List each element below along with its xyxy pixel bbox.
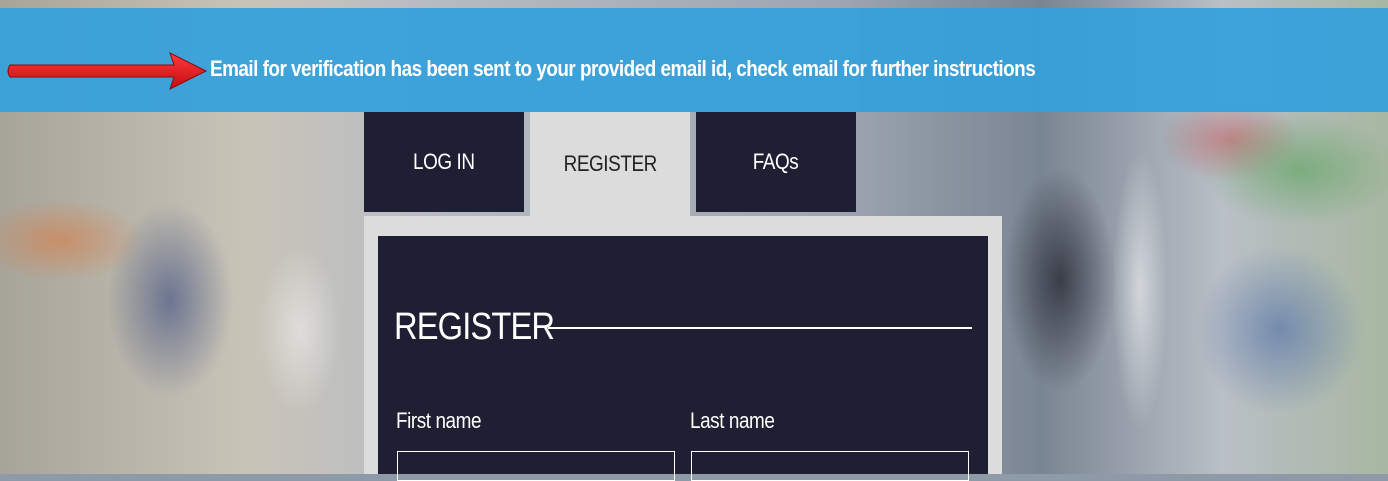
tab-log-in[interactable]: LOG IN bbox=[364, 112, 524, 212]
last-name-input[interactable] bbox=[691, 451, 969, 481]
verification-notice-bar: Email for verification has been sent to … bbox=[0, 8, 1388, 112]
tab-log-in-label: LOG IN bbox=[413, 149, 475, 174]
heading-divider bbox=[548, 327, 972, 329]
first-name-input[interactable] bbox=[397, 451, 675, 481]
tab-faqs-label: FAQs bbox=[753, 149, 799, 174]
register-heading: REGISTER bbox=[394, 306, 555, 348]
last-name-label: Last name bbox=[690, 408, 775, 433]
register-panel bbox=[378, 236, 988, 474]
first-name-label: First name bbox=[396, 408, 482, 433]
verification-message: Email for verification has been sent to … bbox=[210, 56, 1036, 81]
tab-faqs[interactable]: FAQs bbox=[696, 112, 856, 212]
tab-register-label: REGISTER bbox=[563, 151, 657, 176]
red-arrow-icon bbox=[7, 52, 208, 90]
tab-register[interactable]: REGISTER bbox=[530, 112, 690, 216]
